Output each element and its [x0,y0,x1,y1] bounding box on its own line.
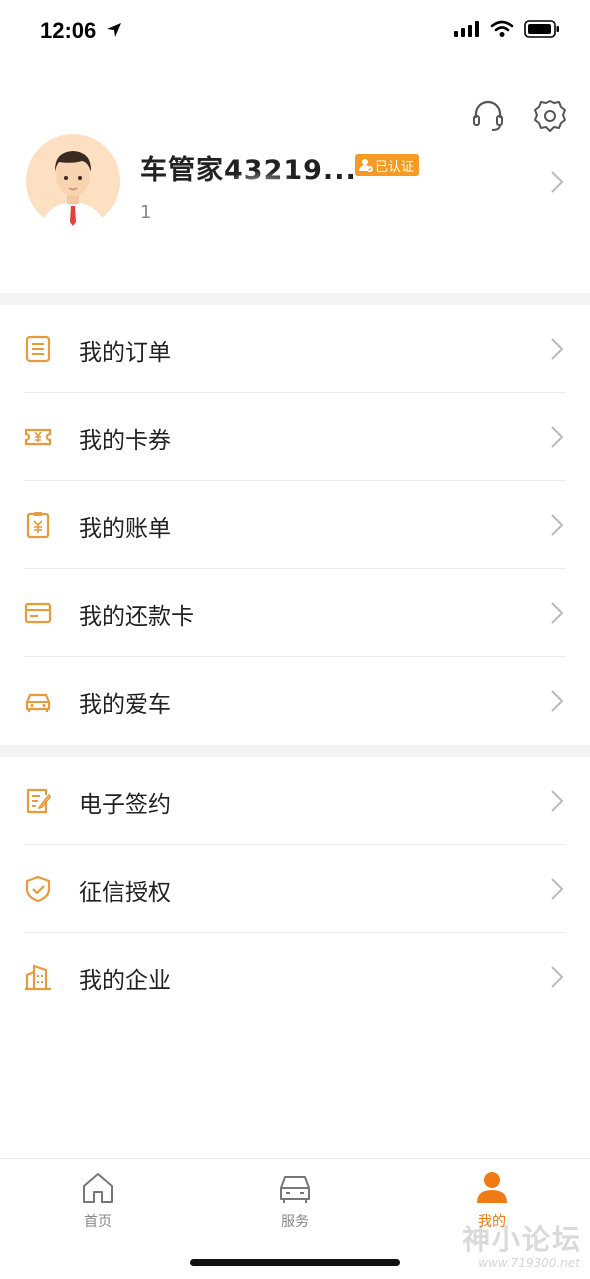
location-arrow-icon [107,23,121,37]
tab-home-label: 首页 [84,1214,112,1230]
chevron-right-icon [551,602,564,624]
menu-item-credit-authorization[interactable]: 征信授权 [0,845,590,933]
menu-item-label: 征信授权 [79,880,171,906]
chevron-right-icon [551,338,564,360]
menu-item-label: 电子签约 [79,792,171,818]
avatar[interactable] [26,134,120,228]
menu-item-label: 我的订单 [79,340,171,366]
status-time: 12:06 [40,18,97,43]
chevron-right-icon [551,690,564,712]
home-icon [83,1173,113,1203]
service-car-icon [280,1176,310,1203]
user-profile-icon [477,1172,507,1203]
verified-user-icon [359,159,373,172]
chevron-right-icon [551,878,564,900]
profile-chevron-right-icon [551,171,564,193]
menu-item-label: 我的账单 [79,516,171,542]
chevron-right-icon [551,426,564,448]
tab-service[interactable]: 服务 [245,1169,345,1231]
menu-group-account: 我的订单 我的卡券 我的账单 我的还款卡 我的爱车 [0,305,590,745]
chevron-right-icon [551,790,564,812]
menu-item-orders[interactable]: 我的订单 [0,305,590,393]
home-indicator [190,1259,400,1266]
chevron-right-icon [551,514,564,536]
avatar-portrait-icon [26,134,120,228]
menu-item-my-car[interactable]: 我的爱车 [0,657,590,745]
menu-item-repayment-card[interactable]: 我的还款卡 [0,569,590,657]
menu-item-bills[interactable]: 我的账单 [0,481,590,569]
menu-item-coupons[interactable]: 我的卡券 [0,393,590,481]
watermark: 神小论坛 [461,1223,582,1256]
bill-icon [26,512,50,539]
repayment-card-icon [24,602,52,624]
menu-item-label: 我的卡券 [79,428,171,454]
section-divider [0,293,590,305]
menu-item-label: 我的还款卡 [79,604,194,630]
status-bar: 12:06 [0,0,590,62]
chevron-right-icon [551,966,564,988]
e-sign-icon [26,788,51,814]
user-phone: 1 [140,202,152,223]
verified-badge: 已认证 [355,154,420,176]
order-list-icon [25,335,51,363]
menu-item-label: 我的爱车 [79,692,171,718]
enterprise-building-icon [25,964,51,991]
signal-icon [454,21,479,37]
settings-gear-icon[interactable] [532,98,568,134]
status-indicators [454,20,560,38]
menu-group-services: 电子签约 征信授权 我的企业 [0,757,590,1021]
battery-icon [524,20,559,38]
wifi-icon [490,20,514,37]
menu-item-label: 我的企业 [79,968,171,994]
watermark-url: www.719300.net [478,1256,580,1270]
tab-home[interactable]: 首页 [48,1169,148,1231]
coupon-icon [24,428,52,446]
credit-shield-icon [25,875,51,903]
customer-service-headset-icon[interactable] [470,98,506,134]
verified-badge-label: 已认证 [375,159,415,175]
header-actions [470,98,568,134]
tab-service-label: 服务 [281,1214,309,1230]
redaction-blur [200,170,320,250]
menu-item-e-sign[interactable]: 电子签约 [0,757,590,845]
car-icon [25,693,51,712]
menu-item-my-enterprise[interactable]: 我的企业 [0,933,590,1021]
profile-header[interactable]: 车管家43219... 已认证 1 [0,130,590,290]
section-divider [0,745,590,757]
